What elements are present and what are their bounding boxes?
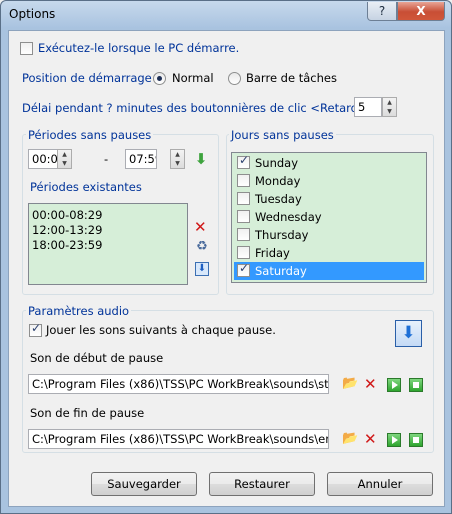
restore-button[interactable]: Restaurer	[209, 472, 315, 496]
open-folder-icon[interactable]: 📂	[342, 431, 358, 447]
spin-down-icon[interactable]: ▼	[171, 159, 184, 168]
startup-checkbox[interactable]	[20, 42, 33, 55]
list-item[interactable]: 00:00-08:29	[32, 207, 102, 223]
days-list[interactable]: Sunday Monday Tuesday Wednesday Thursday…	[231, 152, 427, 283]
day-row-thursday[interactable]: Thursday	[234, 226, 424, 244]
help-button[interactable]: ?	[367, 2, 397, 21]
day-checkbox-sunday[interactable]	[237, 153, 250, 169]
day-checkbox-wednesday[interactable]	[237, 210, 250, 223]
periods-group-label: Périodes sans pauses	[26, 128, 154, 142]
delete-period-icon[interactable]: ✕	[194, 219, 207, 235]
day-row-monday[interactable]: Monday	[234, 172, 424, 190]
spin-up-icon[interactable]: ▲	[58, 150, 71, 159]
day-label: Tuesday	[255, 192, 302, 206]
period-separator: -	[104, 152, 109, 166]
day-checkbox-monday[interactable]	[237, 174, 250, 187]
existing-periods-label: Périodes existantes	[30, 180, 142, 194]
day-row-tuesday[interactable]: Tuesday	[234, 190, 424, 208]
list-item[interactable]: 12:00-13:29	[32, 222, 102, 238]
stop-end-sound-icon[interactable]	[409, 433, 423, 447]
days-group-label: Jours sans pauses	[229, 128, 336, 142]
options-window: Options ? X Exécutez-le lorsque le PC dé…	[0, 0, 452, 514]
spin-down-icon[interactable]: ▼	[58, 159, 71, 168]
stop-start-sound-icon[interactable]	[409, 378, 423, 392]
day-row-wednesday[interactable]: Wednesday	[234, 208, 424, 226]
day-checkbox-tuesday[interactable]	[237, 192, 250, 205]
period-end-spinner[interactable]: ▲ ▼	[170, 149, 185, 169]
position-taskbar-label: Barre de tâches	[246, 71, 337, 85]
day-label: Friday	[255, 246, 290, 260]
clear-end-sound-icon[interactable]: ✕	[364, 431, 377, 447]
day-label: Thursday	[255, 228, 309, 242]
play-sounds-checkbox[interactable]	[29, 321, 42, 337]
existing-periods-list[interactable]: 00:00-08:29 12:00-13:29 18:00-23:59	[28, 203, 188, 285]
move-down-icon[interactable]: ⬇	[195, 262, 209, 276]
save-button[interactable]: Sauvegarder	[91, 472, 197, 496]
cancel-button[interactable]: Annuler	[327, 472, 433, 496]
day-row-sunday[interactable]: Sunday	[234, 153, 424, 172]
audio-settings-arrow-icon[interactable]: ⬇	[395, 320, 422, 347]
end-sound-label: Son de fin de pause	[30, 406, 145, 420]
window-title: Options	[9, 7, 56, 21]
play-start-sound-icon[interactable]	[387, 378, 401, 392]
clear-start-sound-icon[interactable]: ✕	[364, 376, 377, 392]
day-checkbox-friday[interactable]	[237, 246, 250, 259]
dialog-body: Exécutez-le lorsque le PC démarre. Posit…	[8, 30, 445, 507]
spin-up-icon[interactable]: ▲	[171, 150, 184, 159]
position-label: Position de démarrage	[22, 71, 152, 85]
day-checkbox-thursday[interactable]	[237, 228, 250, 241]
add-period-arrow-icon[interactable]: ⬇	[193, 151, 209, 167]
period-start-input[interactable]: 00:00	[28, 149, 58, 169]
spin-up-icon[interactable]: ▲	[383, 98, 396, 107]
delay-label: Délai pendant ? minutes des boutonnières…	[22, 101, 380, 115]
list-item[interactable]: 18:00-23:59	[32, 237, 102, 253]
day-row-saturday[interactable]: Saturday	[234, 261, 424, 280]
startup-label: Exécutez-le lorsque le PC démarre.	[38, 41, 240, 55]
day-label: Wednesday	[255, 210, 322, 224]
day-label: Saturday	[255, 264, 307, 278]
day-checkbox-saturday[interactable]	[237, 261, 250, 277]
position-taskbar-radio[interactable]	[228, 72, 241, 85]
play-end-sound-icon[interactable]	[387, 433, 401, 447]
position-normal-radio[interactable]	[153, 72, 166, 85]
end-sound-path-input[interactable]: C:\Program Files (x86)\TSS\PC WorkBreak\…	[28, 429, 329, 449]
start-sound-path-input[interactable]: C:\Program Files (x86)\TSS\PC WorkBreak\…	[28, 374, 329, 394]
delay-input[interactable]: 5	[354, 97, 382, 117]
position-normal-label: Normal	[172, 71, 214, 85]
period-start-spinner[interactable]: ▲ ▼	[57, 149, 72, 169]
day-label: Sunday	[255, 156, 299, 170]
period-end-input[interactable]: 07:59	[125, 149, 157, 169]
play-sounds-label: Jouer les sons suivants à chaque pause.	[46, 323, 276, 337]
delay-spinner[interactable]: ▲ ▼	[382, 97, 397, 117]
day-label: Monday	[255, 174, 301, 188]
spin-down-icon[interactable]: ▼	[383, 107, 396, 116]
open-folder-icon[interactable]: 📂	[342, 376, 358, 392]
title-bar[interactable]: Options ? X	[1, 1, 451, 28]
recycle-bin-icon[interactable]: ♻	[194, 239, 210, 255]
audio-group-label: Paramètres audio	[26, 304, 132, 318]
start-sound-label: Son de début de pause	[30, 351, 164, 365]
day-row-friday[interactable]: Friday	[234, 244, 424, 262]
close-button[interactable]: X	[397, 2, 445, 21]
